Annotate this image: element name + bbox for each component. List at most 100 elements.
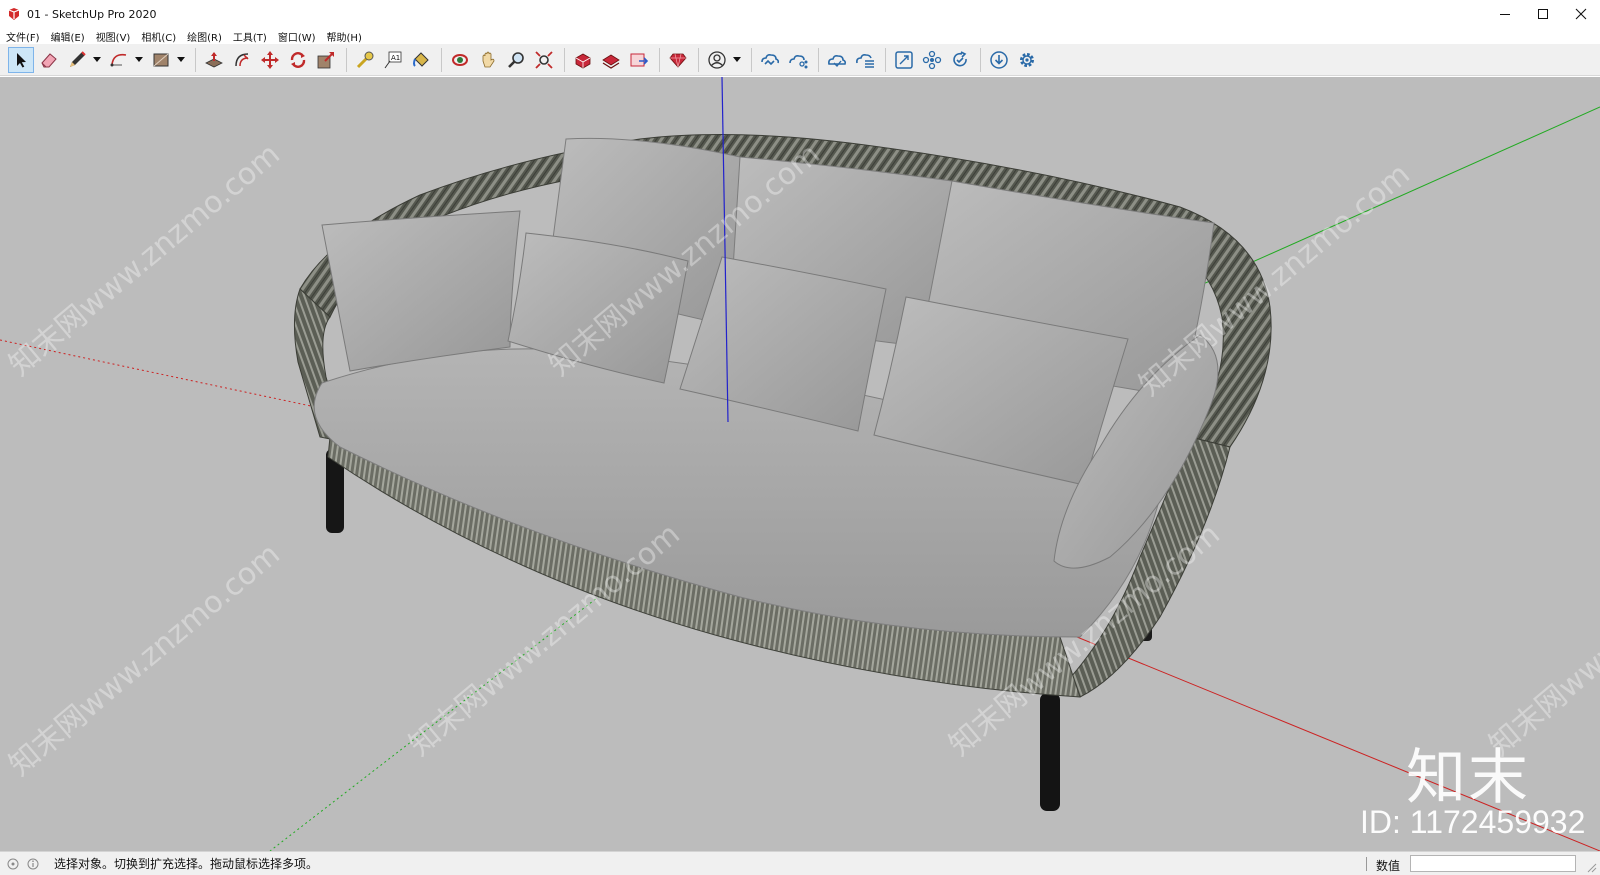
rectangle-tool-dropdown[interactable]	[176, 47, 186, 73]
cloud-list-icon	[856, 53, 874, 68]
offset-icon	[235, 52, 249, 66]
menu-tools[interactable]: 工具(T)	[233, 29, 267, 44]
arc-tool-button[interactable]	[106, 47, 132, 73]
components-icon	[922, 50, 942, 69]
extension-manager-button[interactable]	[665, 47, 691, 73]
menu-draw[interactable]: 绘图(R)	[187, 29, 222, 44]
menu-bar: 文件(F) 编辑(E) 视图(V) 相机(C) 绘图(R) 工具(T) 窗口(W…	[0, 28, 1600, 44]
zoom-extents-tool-button[interactable]	[531, 47, 557, 73]
menu-window[interactable]: 窗口(W)	[278, 29, 316, 44]
select-arrow-icon	[17, 52, 26, 67]
extension-warehouse-button[interactable]	[598, 47, 624, 73]
eraser-tool-button[interactable]	[36, 47, 62, 73]
maximize-icon	[1538, 9, 1548, 19]
main-toolbar: A1	[0, 44, 1600, 76]
watermark-text: 知末网www.znzmo.com	[3, 137, 287, 383]
rectangle-tool-button[interactable]	[148, 47, 174, 73]
toolbar-separator	[659, 47, 660, 72]
eraser-icon	[41, 52, 57, 67]
toolbar-separator	[564, 47, 565, 72]
chevron-down-icon	[733, 56, 741, 62]
chevron-down-icon	[93, 56, 101, 62]
toolbar-separator	[885, 47, 886, 72]
toolbar-separator	[441, 47, 442, 72]
fit-view-button[interactable]	[891, 47, 917, 73]
refresh-button[interactable]	[947, 47, 973, 73]
orbit-tool-button[interactable]	[447, 47, 473, 73]
zoom-tool-button[interactable]	[503, 47, 529, 73]
extension-warehouse-icon	[602, 54, 620, 69]
title-bar: 01 - SketchUp Pro 2020	[0, 0, 1600, 28]
line-tool-dropdown[interactable]	[92, 47, 102, 73]
offset-tool-button[interactable]	[229, 47, 255, 73]
cloud-list-button[interactable]	[852, 47, 878, 73]
cloud-share-icon	[789, 54, 808, 68]
line-tool-button[interactable]	[64, 47, 90, 73]
move-icon	[261, 50, 279, 69]
scale-icon	[317, 51, 334, 68]
menu-edit[interactable]: 编辑(E)	[51, 29, 85, 44]
menu-camera[interactable]: 相机(C)	[141, 29, 176, 44]
status-bar: 选择对象。切换到扩充选择。拖动鼠标选择多项。 数值	[0, 851, 1600, 875]
sofa-scene: 知末网www.znzmo.com 知末网www.znzmo.com 知末网www…	[0, 77, 1600, 851]
maximize-button[interactable]	[1524, 0, 1562, 28]
menu-file[interactable]: 文件(F)	[6, 29, 40, 44]
account-button[interactable]	[704, 47, 730, 73]
rotate-icon	[290, 51, 306, 68]
modeling-viewport[interactable]: 知末网www.znzmo.com 知末网www.znzmo.com 知末网www…	[0, 77, 1600, 851]
close-button[interactable]	[1562, 0, 1600, 28]
rectangle-icon	[153, 53, 169, 66]
push-pull-tool-button[interactable]	[201, 47, 227, 73]
download-icon	[990, 50, 1008, 69]
measurements-label: 数值	[1376, 859, 1401, 873]
tape-measure-tool-button[interactable]	[352, 47, 378, 73]
status-message: 选择对象。切换到扩充选择。拖动鼠标选择多项。	[54, 857, 319, 871]
geo-location-icon[interactable]	[6, 857, 20, 871]
orbit-icon	[452, 53, 468, 66]
fit-view-icon	[895, 50, 913, 69]
toolbar-separator	[195, 47, 196, 72]
menu-help[interactable]: 帮助(H)	[327, 29, 362, 44]
arc-icon	[110, 53, 127, 66]
move-tool-button[interactable]	[257, 47, 283, 73]
resize-grip-icon[interactable]	[1587, 863, 1597, 873]
pan-tool-button[interactable]	[475, 47, 501, 73]
download-button[interactable]	[986, 47, 1012, 73]
text-icon: A1	[384, 51, 402, 68]
user-account-icon	[708, 50, 726, 69]
text-tool-button[interactable]: A1	[380, 47, 406, 73]
watermark-text: 知末网www.znzmo.com	[1483, 517, 1600, 763]
account-dropdown[interactable]	[732, 47, 742, 73]
rotate-tool-button[interactable]	[285, 47, 311, 73]
pencil-icon	[70, 50, 86, 67]
pan-hand-icon	[482, 51, 495, 67]
scale-tool-button[interactable]	[313, 47, 339, 73]
minimize-button[interactable]	[1486, 0, 1524, 28]
watermark-text: 知末网www.znzmo.com	[3, 537, 287, 783]
3d-warehouse-button[interactable]	[570, 47, 596, 73]
collaborate-button[interactable]	[785, 47, 811, 73]
warehouse-icon	[575, 53, 591, 68]
tape-measure-icon	[356, 51, 374, 68]
toolbar-separator	[751, 47, 752, 72]
arc-tool-dropdown[interactable]	[134, 47, 144, 73]
cloud-open-button[interactable]	[824, 47, 850, 73]
send-to-layout-button[interactable]	[626, 47, 652, 73]
window-title: 01 - SketchUp Pro 2020	[27, 7, 157, 21]
watermark-id: ID: 1172459932	[1360, 804, 1586, 840]
settings-button[interactable]	[1014, 47, 1040, 73]
ruby-gem-icon	[669, 53, 687, 68]
info-icon[interactable]	[26, 857, 40, 871]
zoom-extents-icon	[535, 50, 553, 69]
menu-view[interactable]: 视图(V)	[96, 29, 131, 44]
measurements-input[interactable]	[1410, 855, 1576, 872]
toolbar-separator	[980, 47, 981, 72]
push-pull-icon	[205, 51, 223, 67]
paint-bucket-tool-button[interactable]	[408, 47, 434, 73]
refresh-check-icon	[953, 50, 967, 66]
toolbar-separator	[346, 47, 347, 72]
layout-icon	[630, 53, 649, 66]
components-button[interactable]	[919, 47, 945, 73]
select-tool-button[interactable]	[8, 46, 34, 73]
trimble-connect-button[interactable]	[757, 47, 783, 73]
